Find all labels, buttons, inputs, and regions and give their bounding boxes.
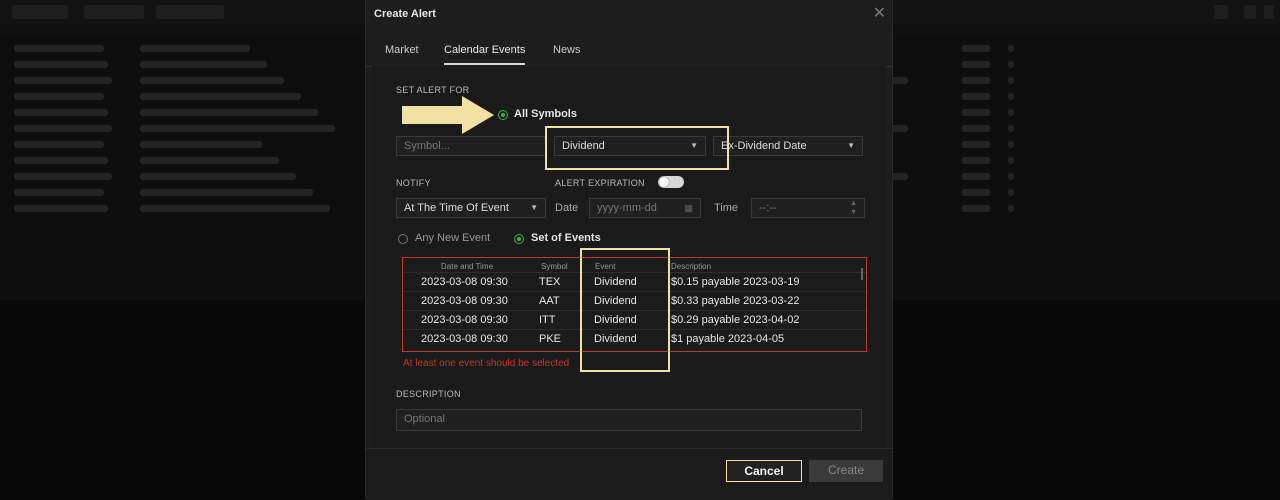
column-header-symbol: Symbol: [541, 262, 568, 271]
close-icon[interactable]: ✕: [873, 6, 886, 22]
date-input[interactable]: yyyy-mm-dd ▦: [589, 198, 701, 218]
notify-select[interactable]: At The Time Of Event ▼: [396, 198, 546, 218]
description-input[interactable]: Optional: [396, 409, 862, 431]
calendar-events-panel: SET ALERT FOR All Symbols Symbol... Divi…: [372, 66, 886, 448]
set-of-events-radio[interactable]: [514, 234, 524, 244]
date-placeholder: yyyy-mm-dd: [597, 202, 657, 214]
tab-calendar-events[interactable]: Calendar Events: [444, 44, 526, 65]
table-scrollbar[interactable]: [861, 268, 863, 280]
column-header-date-time: Date and Time: [441, 262, 494, 271]
cell-symbol: AAT: [539, 295, 560, 307]
highlight-box-event-type: [545, 126, 729, 170]
any-new-event-radio[interactable]: [398, 234, 408, 244]
symbol-input[interactable]: Symbol...: [396, 136, 546, 156]
cell-date-time: 2023-03-08 09:30: [421, 314, 508, 326]
date-type-select[interactable]: Ex-Dividend Date ▼: [713, 136, 863, 156]
create-button[interactable]: Create: [809, 460, 883, 482]
spinner-icon[interactable]: ▲ ▼: [850, 199, 857, 217]
cell-date-time: 2023-03-08 09:30: [421, 276, 508, 288]
alert-expiration-label: ALERT EXPIRATION: [555, 178, 645, 188]
cancel-button[interactable]: Cancel: [726, 460, 802, 482]
date-label: Date: [555, 202, 579, 214]
cell-symbol: PKE: [539, 333, 562, 345]
chevron-down-icon: ▼: [847, 141, 855, 150]
annotation-arrow-icon: [402, 96, 494, 134]
cell-description: $0.29 payable 2023-04-02: [671, 314, 800, 326]
notify-value: At The Time Of Event: [404, 202, 509, 214]
time-label: Time: [714, 202, 739, 214]
tab-bar: Market Calendar Events News: [366, 38, 892, 67]
any-new-event-label: Any New Event: [415, 232, 491, 244]
cell-symbol: ITT: [539, 314, 556, 326]
set-alert-for-label: SET ALERT FOR: [396, 85, 470, 95]
set-of-events-label: Set of Events: [531, 232, 601, 244]
alert-expiration-toggle[interactable]: [658, 176, 684, 188]
all-symbols-label: All Symbols: [514, 108, 577, 120]
date-type-value: Ex-Dividend Date: [721, 140, 807, 152]
cell-description: $0.33 payable 2023-03-22: [671, 295, 800, 307]
description-label: DESCRIPTION: [396, 389, 461, 399]
cell-description: $1 payable 2023-04-05: [671, 333, 785, 345]
validation-error: At least one event should be selected: [403, 358, 570, 369]
all-symbols-radio[interactable]: [498, 110, 508, 120]
tab-market[interactable]: Market: [385, 44, 419, 63]
column-header-description: Description: [671, 262, 712, 271]
dialog-footer: Cancel Create: [366, 448, 892, 500]
time-placeholder: --:--: [759, 202, 777, 214]
dialog-title: Create Alert: [374, 8, 436, 20]
create-alert-dialog: Create Alert ✕ Market Calendar Events Ne…: [365, 0, 893, 500]
time-input[interactable]: --:-- ▲ ▼: [751, 198, 865, 218]
chevron-down-icon: ▼: [530, 203, 538, 212]
cell-date-time: 2023-03-08 09:30: [421, 295, 508, 307]
notify-label: NOTIFY: [396, 178, 431, 188]
highlight-box-event-column: [580, 248, 670, 372]
cell-symbol: TEX: [539, 276, 561, 288]
cell-date-time: 2023-03-08 09:30: [421, 333, 508, 345]
calendar-icon: ▦: [684, 203, 693, 213]
cell-description: $0.15 payable 2023-03-19: [671, 276, 800, 288]
tab-news[interactable]: News: [553, 44, 581, 63]
